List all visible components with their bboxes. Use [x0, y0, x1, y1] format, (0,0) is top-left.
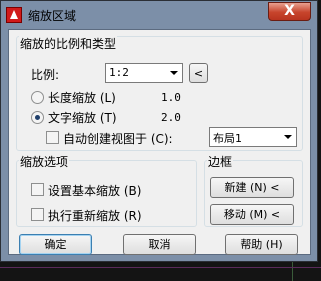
length-scale-value: 1.0 — [161, 91, 181, 104]
set-base-scale-checkbox[interactable] — [31, 183, 44, 196]
text-scale-radio[interactable] — [31, 111, 44, 124]
length-scale-radio[interactable] — [31, 91, 44, 104]
set-base-scale-label: 设置基本缩放 (B) — [48, 184, 142, 198]
layout-dropdown[interactable]: 布局1 — [209, 127, 297, 147]
rescale-checkbox[interactable] — [31, 208, 44, 221]
text-scale-value: 2.0 — [161, 111, 181, 124]
zoom-area-dialog: 缩放区域 X 缩放的比例和类型 比例: 1:2 < 长度缩放 (L) 1.0 文… — [0, 0, 318, 262]
chevron-down-icon — [284, 135, 292, 139]
app-logo-icon — [6, 7, 22, 23]
auto-create-view-label: 自动创建视图于 (C): — [63, 132, 173, 146]
cancel-button[interactable]: 取消 — [123, 234, 196, 255]
group-label: 缩放选项 — [19, 153, 70, 170]
arrow-left-icon: < — [193, 67, 204, 80]
pick-ratio-button[interactable]: < — [189, 63, 208, 83]
ratio-label: 比例: — [31, 68, 60, 82]
group-label: 缩放的比例和类型 — [19, 35, 118, 52]
rescale-label: 执行重新缩放 (R) — [48, 209, 142, 223]
text-scale-label: 文字缩放 (T) — [48, 111, 117, 125]
move-border-label: 移动 (M) < — [223, 208, 281, 221]
new-border-label: 新建 (N) < — [224, 181, 280, 194]
ok-label: 确定 — [44, 238, 67, 251]
help-label: 帮助 (H) — [240, 238, 283, 251]
close-icon: X — [284, 3, 295, 19]
group-label: 边框 — [207, 153, 234, 170]
close-button[interactable]: X — [268, 2, 311, 21]
title-bar[interactable]: 缩放区域 X — [1, 1, 317, 29]
layout-value: 布局1 — [213, 132, 242, 145]
help-button[interactable]: 帮助 (H) — [225, 234, 298, 255]
dialog-title: 缩放区域 — [28, 9, 77, 23]
chevron-down-icon — [170, 71, 178, 75]
move-border-button[interactable]: 移动 (M) < — [210, 204, 294, 225]
dialog-body: 缩放的比例和类型 比例: 1:2 < 长度缩放 (L) 1.0 文字缩放 (T)… — [8, 29, 311, 255]
cancel-label: 取消 — [148, 238, 171, 251]
ratio-dropdown[interactable]: 1:2 — [105, 63, 183, 83]
ok-button[interactable]: 确定 — [19, 234, 92, 255]
new-border-button[interactable]: 新建 (N) < — [210, 177, 294, 198]
auto-create-view-checkbox[interactable] — [46, 131, 59, 144]
length-scale-label: 长度缩放 (L) — [48, 91, 116, 105]
drawing-line — [0, 267, 321, 268]
ratio-value: 1:2 — [109, 66, 129, 79]
